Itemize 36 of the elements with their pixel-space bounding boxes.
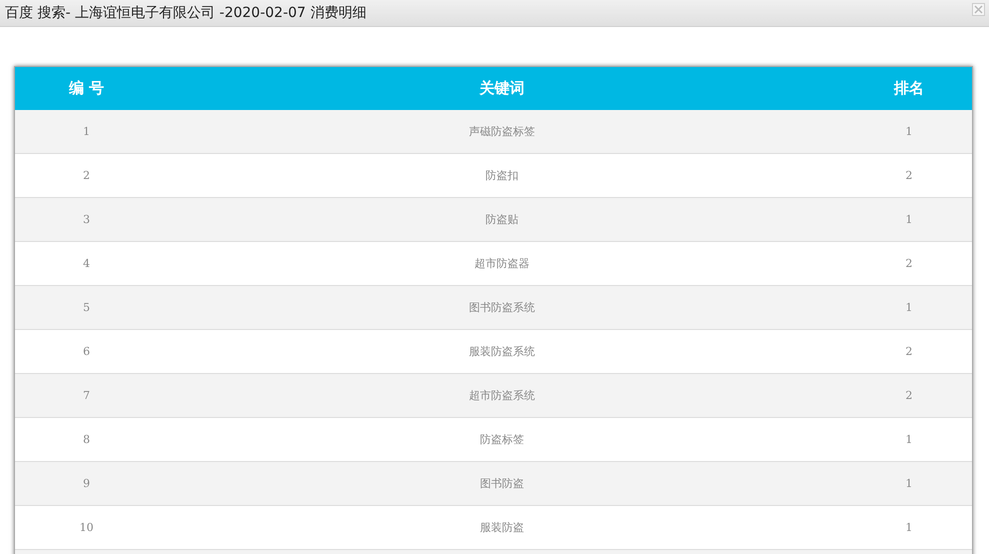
table-cell-text: 防盗扣: [484, 168, 520, 184]
column-header: 编 号: [68, 78, 106, 99]
table-cell-text: 4: [82, 256, 91, 272]
table-cell-text: 防盗标签: [479, 432, 525, 448]
table-cell-text: 9: [82, 476, 91, 492]
table-cell-text: 1: [904, 520, 914, 536]
table-cell-text: 5: [82, 300, 91, 316]
column-header: 关键词: [478, 78, 526, 99]
table-cell-text: 2: [904, 344, 914, 360]
table-cell-text: 1: [904, 476, 914, 492]
table-cell-text: 6: [82, 344, 91, 360]
column-header: 排名: [892, 78, 925, 99]
table-cell-text: 1: [904, 432, 914, 448]
table-cell-text: 2: [82, 168, 91, 184]
table-cell-text: 2: [904, 168, 914, 184]
table-cell-text: 1: [904, 124, 914, 140]
table-cell-text: 服装防盗系统: [468, 344, 536, 360]
table-cell-text: 图书防盗: [479, 476, 525, 492]
table-cell-text: 1: [904, 300, 914, 316]
table-cell-text: 服装防盗: [479, 520, 525, 536]
window-title: 百度 搜索- 上海谊恒电子有限公司 -2020-02-07 消费明细: [5, 4, 366, 22]
table-cell-text: 7: [82, 388, 91, 404]
table-cell-text: 1: [82, 124, 91, 140]
close-icon: [974, 4, 983, 14]
table-cell-text: 声磁防盗标签: [468, 124, 536, 140]
table-cell-text: 图书防盗系统: [468, 300, 536, 316]
table-cell-text: 超市防盗器: [474, 256, 530, 272]
close-button[interactable]: [972, 2, 985, 16]
table-cell-text: 超市防盗系统: [468, 388, 536, 404]
table-cell-text: 3: [82, 212, 91, 228]
table-cell-text: 2: [904, 388, 914, 404]
table-cell-text: 2: [904, 256, 914, 272]
table-cell-text: 10: [78, 520, 94, 536]
table-cell-text: 1: [904, 212, 914, 228]
table-cell-text: 防盗贴: [484, 212, 520, 228]
table-cell-text: 8: [82, 432, 91, 448]
